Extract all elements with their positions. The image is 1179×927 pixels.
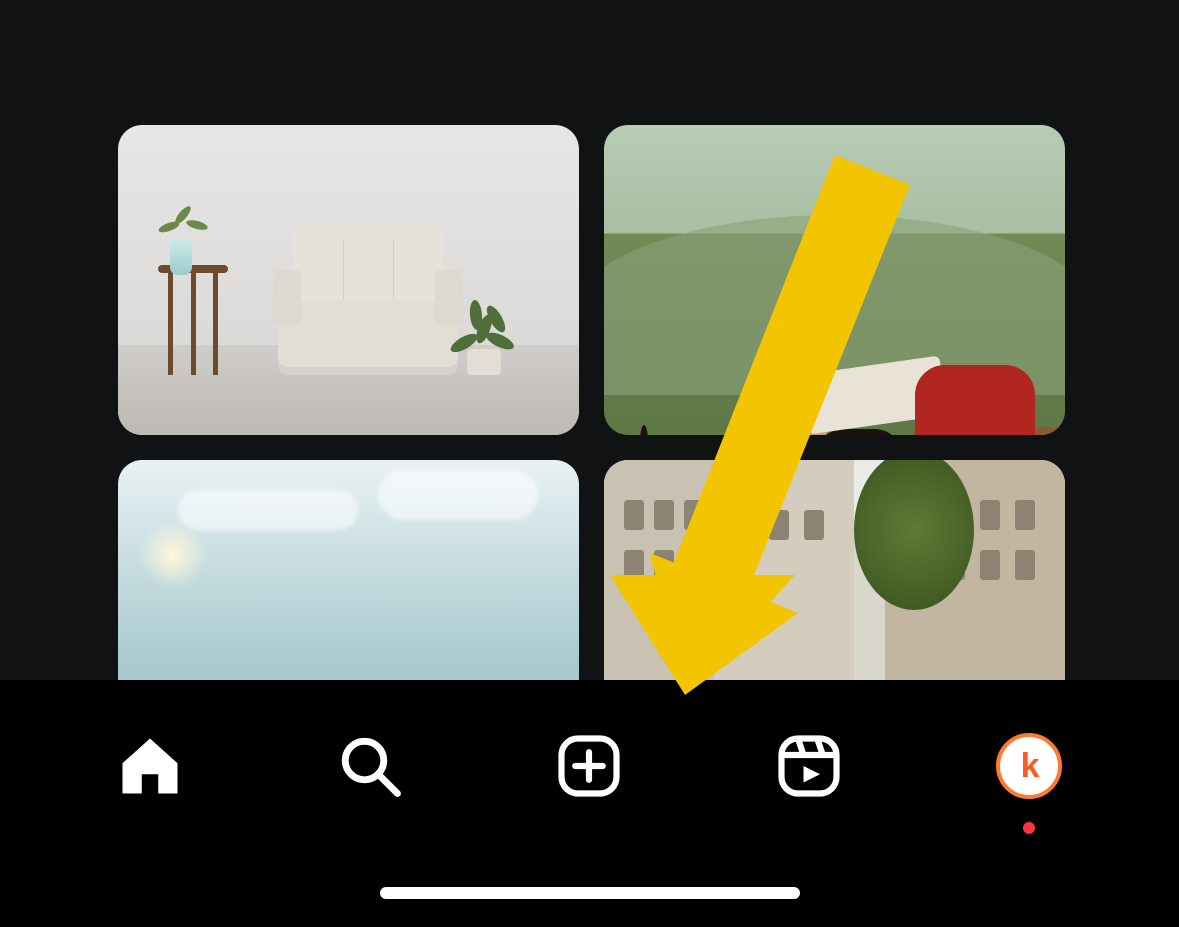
explore-grid-area (0, 0, 1179, 680)
search-icon (337, 733, 403, 799)
plus-icon (556, 733, 622, 799)
thumb-room-interior[interactable] (118, 125, 579, 435)
home-indicator[interactable] (380, 887, 800, 899)
nav-reels[interactable] (749, 716, 869, 816)
nav-home[interactable] (90, 716, 210, 816)
nav-search[interactable] (310, 716, 430, 816)
reels-icon (776, 733, 842, 799)
thumb-friends-hiking[interactable] (604, 125, 1065, 435)
nav-profile[interactable]: k (969, 716, 1089, 816)
notification-dot-icon (1023, 822, 1035, 834)
profile-avatar-icon: k (996, 733, 1062, 799)
avatar-letter: k (1021, 747, 1038, 786)
nav-create[interactable] (529, 716, 649, 816)
home-icon (117, 733, 183, 799)
media-grid (0, 125, 1179, 770)
